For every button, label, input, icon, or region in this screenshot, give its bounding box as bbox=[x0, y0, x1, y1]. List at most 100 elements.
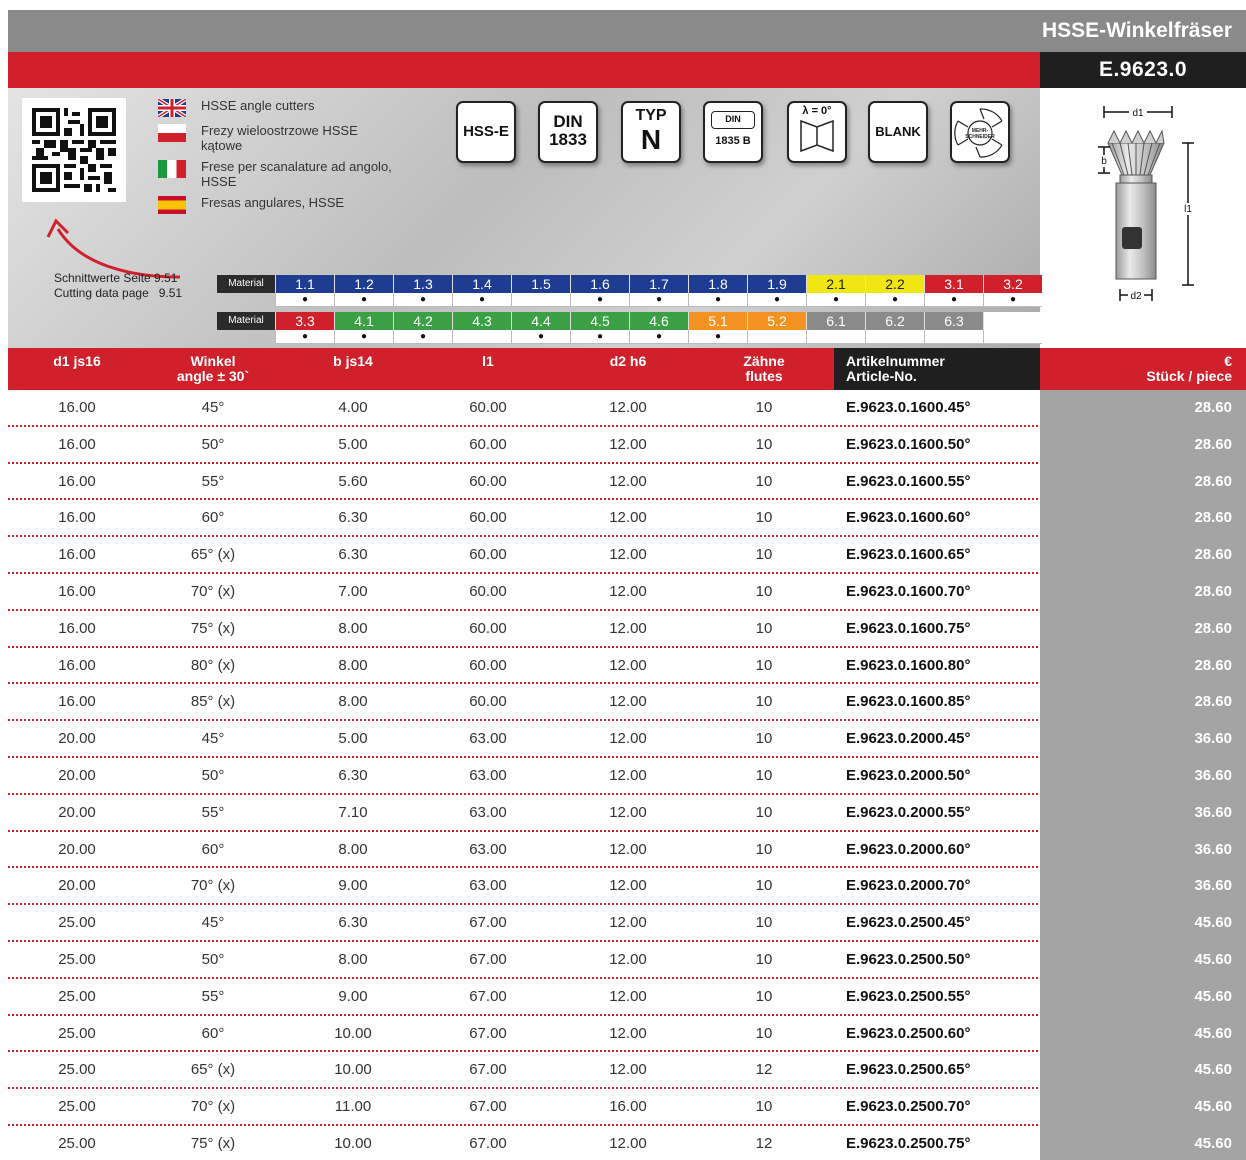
cell-price: 36.60 bbox=[1040, 757, 1246, 795]
material-cell: 6.3 bbox=[924, 312, 983, 330]
cell-article-no[interactable]: E.9623.0.1600.55° bbox=[846, 464, 970, 500]
cell-d2: 12.00 bbox=[609, 509, 647, 527]
material-suitability-dot bbox=[806, 330, 865, 344]
col-flutes: Zähne flutes bbox=[714, 354, 814, 384]
col-angle-line1: Winkel bbox=[190, 353, 236, 369]
cell-article-no[interactable]: E.9623.0.2500.45° bbox=[846, 905, 970, 941]
table-row[interactable]: 16.00 50° 5.00 60.00 12.00 10 E.9623.0.1600.50… bbox=[8, 426, 1246, 464]
lang-spanish: Fresas angulares, HSSE bbox=[158, 195, 398, 214]
table-row[interactable]: 25.00 75° (x) 10.00 67.00 12.00 12 E.9623.0.25… bbox=[8, 1125, 1246, 1160]
cell-d1: 16.00 bbox=[58, 399, 96, 416]
table-row[interactable]: 20.00 60° 8.00 63.00 12.00 10 E.9623.0.2000.60… bbox=[8, 831, 1246, 869]
col-angle: Winkel angle ± 30` bbox=[148, 354, 278, 384]
cell-d1: 25.00 bbox=[58, 914, 96, 932]
table-row[interactable]: 16.00 80° (x) 8.00 60.00 12.00 10 E.9623.0.160… bbox=[8, 647, 1246, 685]
qr-code[interactable] bbox=[22, 98, 126, 202]
cell-article-no[interactable]: E.9623.0.2500.65° bbox=[846, 1052, 970, 1088]
cell-article-no[interactable]: E.9623.0.1600.50° bbox=[846, 427, 970, 463]
badge-line: 1835 B bbox=[715, 135, 751, 147]
cell-article-no[interactable]: E.9623.0.2500.60° bbox=[846, 1016, 970, 1052]
reference-line-de: Schnittwerte Seite 9.51 bbox=[54, 271, 178, 285]
cell-article-no[interactable]: E.9623.0.1600.85° bbox=[846, 684, 970, 720]
material-suitability-dot bbox=[865, 330, 924, 344]
material-cell: 1.7 bbox=[629, 275, 688, 293]
helix-angle-badge: λ = 0° bbox=[787, 101, 847, 163]
table-row[interactable]: 16.00 65° (x) 6.30 60.00 12.00 10 E.9623.0.160… bbox=[8, 537, 1246, 575]
cell-d2: 16.00 bbox=[609, 1098, 647, 1116]
cell-l1: 60.00 bbox=[469, 546, 507, 564]
table-row[interactable]: 20.00 45° 5.00 63.00 12.00 10 E.9623.0.2000.45… bbox=[8, 721, 1246, 759]
table-row[interactable]: 25.00 55° 9.00 67.00 12.00 10 E.9623.0.2500.55… bbox=[8, 978, 1246, 1016]
cell-price: 36.60 bbox=[1040, 868, 1246, 906]
cell-article-no[interactable]: E.9623.0.1600.70° bbox=[846, 574, 970, 610]
table-row[interactable]: 16.00 55° 5.60 60.00 12.00 10 E.9623.0.1600.55… bbox=[8, 463, 1246, 501]
cell-article-no[interactable]: E.9623.0.2500.70° bbox=[846, 1089, 970, 1125]
table-row[interactable]: 16.00 45° 4.00 60.00 12.00 10 E.9623.0.1600.45… bbox=[8, 390, 1246, 427]
table-row[interactable]: 25.00 60° 10.00 67.00 12.00 10 E.9623.0.2500.6… bbox=[8, 1015, 1246, 1053]
material-suitability-dot: ● bbox=[983, 293, 1042, 307]
cell-l1: 63.00 bbox=[469, 730, 507, 748]
cell-article-no[interactable]: E.9623.0.2000.60° bbox=[846, 832, 970, 868]
cutting-data-reference[interactable]: Schnittwerte Seite 9.51 Cutting data pag… bbox=[54, 271, 182, 301]
cell-article-no[interactable]: E.9623.0.2500.55° bbox=[846, 979, 970, 1015]
cell-flutes: 12 bbox=[755, 1061, 773, 1079]
cell-article-no[interactable]: E.9623.0.2000.55° bbox=[846, 795, 970, 831]
cell-d2: 12.00 bbox=[609, 1134, 647, 1152]
material-cell: 5.1 bbox=[688, 312, 747, 330]
col-l1: l1 bbox=[482, 353, 494, 369]
qr-code-icon bbox=[32, 108, 116, 192]
cell-d2: 12.00 bbox=[609, 840, 647, 858]
cell-flutes: 10 bbox=[755, 435, 773, 453]
cell-article-no[interactable]: E.9623.0.1600.60° bbox=[846, 500, 970, 536]
material-suitability-dot: ● bbox=[334, 293, 393, 307]
col-flutes-line1: Zähne bbox=[743, 353, 785, 369]
cell-article-no[interactable]: E.9623.0.2500.75° bbox=[846, 1126, 970, 1160]
table-row[interactable]: 16.00 70° (x) 7.00 60.00 12.00 10 E.9623.0.160… bbox=[8, 573, 1246, 611]
cell-price: 28.60 bbox=[1040, 647, 1246, 685]
table-row[interactable]: 16.00 75° (x) 8.00 60.00 12.00 10 E.9623.0.160… bbox=[8, 610, 1246, 648]
table-row[interactable]: 16.00 60° 6.30 60.00 12.00 10 E.9623.0.1600.60… bbox=[8, 500, 1246, 538]
material-dots-row-1: ● ● ● ● ● ● ● ● ● ● ● ● bbox=[217, 293, 1042, 307]
table-row[interactable]: 25.00 50° 8.00 67.00 12.00 10 E.9623.0.2500.50… bbox=[8, 941, 1246, 979]
table-row[interactable]: 20.00 55° 7.10 63.00 12.00 10 E.9623.0.2000.55… bbox=[8, 794, 1246, 832]
cell-article-no[interactable]: E.9623.0.2000.50° bbox=[846, 758, 970, 794]
cell-l1: 63.00 bbox=[469, 840, 507, 858]
material-cell bbox=[983, 312, 1042, 330]
dim-d1-label: d1 bbox=[1132, 108, 1144, 119]
cell-article-no[interactable]: E.9623.0.1600.65° bbox=[846, 537, 970, 573]
cell-d2: 12.00 bbox=[609, 1024, 647, 1042]
material-cell: 4.6 bbox=[629, 312, 688, 330]
material-dots-spacer bbox=[217, 330, 275, 344]
cell-price: 36.60 bbox=[1040, 721, 1246, 759]
material-cell: 4.1 bbox=[334, 312, 393, 330]
cell-b: 6.30 bbox=[338, 546, 368, 564]
table-body: 16.00 45° 4.00 60.00 12.00 10 E.9623.0.1600.45… bbox=[8, 390, 1246, 1160]
table-row[interactable]: 20.00 50° 6.30 63.00 12.00 10 E.9623.0.2000.50… bbox=[8, 757, 1246, 795]
cell-article-no[interactable]: E.9623.0.1600.80° bbox=[846, 648, 970, 684]
table-row[interactable]: 16.00 85° (x) 8.00 60.00 12.00 10 E.9623.0.160… bbox=[8, 684, 1246, 722]
cell-b: 7.00 bbox=[338, 582, 368, 600]
cell-l1: 60.00 bbox=[469, 472, 507, 490]
cell-article-no[interactable]: E.9623.0.2000.70° bbox=[846, 868, 970, 904]
cell-b: 10.00 bbox=[334, 1061, 372, 1079]
cell-flutes: 10 bbox=[755, 509, 773, 527]
cell-article-no[interactable]: E.9623.0.2000.45° bbox=[846, 721, 970, 757]
table-row[interactable]: 20.00 70° (x) 9.00 63.00 12.00 10 E.9623.0.200… bbox=[8, 868, 1246, 906]
cell-angle: 45° bbox=[201, 399, 225, 416]
cell-article-no[interactable]: E.9623.0.1600.75° bbox=[846, 611, 970, 647]
cell-l1: 67.00 bbox=[469, 1098, 507, 1116]
table-row[interactable]: 25.00 65° (x) 10.00 67.00 12.00 12 E.9623.0.25… bbox=[8, 1052, 1246, 1090]
table-row[interactable]: 25.00 45° 6.30 67.00 12.00 10 E.9623.0.2500.45… bbox=[8, 905, 1246, 943]
material-suitability-dot: ● bbox=[688, 330, 747, 344]
din-1833-badge: DIN 1833 bbox=[538, 101, 598, 163]
table-row[interactable]: 25.00 70° (x) 11.00 67.00 16.00 10 E.9623.0.25… bbox=[8, 1089, 1246, 1127]
cell-b: 6.30 bbox=[338, 914, 368, 932]
cell-angle: 55° bbox=[201, 803, 225, 821]
col-price-line1: € bbox=[1224, 353, 1232, 369]
cell-article-no[interactable]: E.9623.0.1600.45° bbox=[846, 390, 970, 426]
cell-price: 45.60 bbox=[1040, 941, 1246, 979]
cell-article-no[interactable]: E.9623.0.2500.50° bbox=[846, 942, 970, 978]
cell-angle: 50° bbox=[201, 766, 225, 784]
badge-line: DIN bbox=[553, 112, 583, 131]
lang-text: Fresas angulares, HSSE bbox=[201, 195, 345, 210]
